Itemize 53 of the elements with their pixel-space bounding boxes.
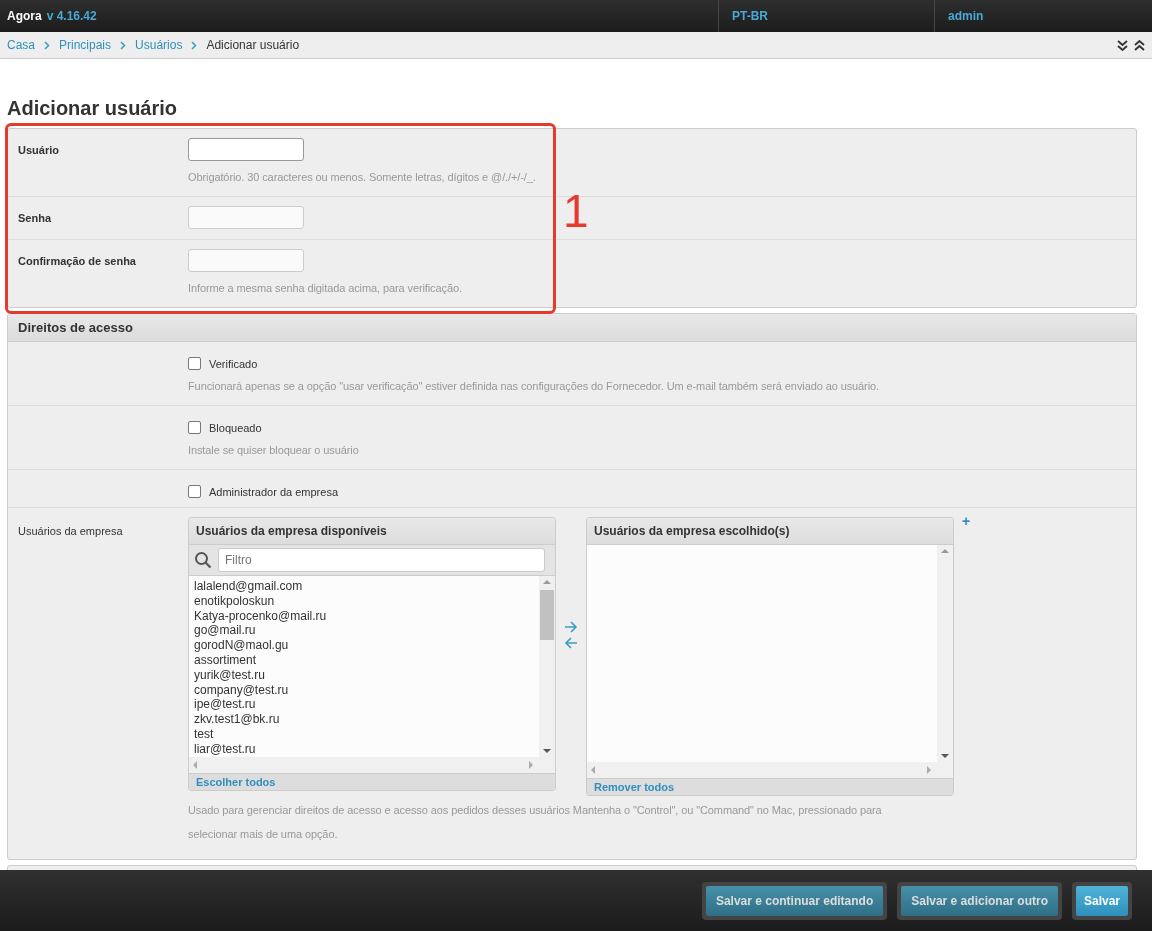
help-text: Instale se quiser bloquear o usuário	[188, 444, 360, 456]
annotation-number: 1	[563, 188, 589, 234]
user-option[interactable]: go@mail.ru	[194, 623, 534, 639]
arrow-right-icon[interactable]	[564, 621, 578, 633]
chevron-right-icon	[191, 40, 198, 50]
input-field[interactable]	[188, 249, 304, 272]
expand-all-icon[interactable]	[1117, 39, 1128, 51]
field-label: Usuário	[17, 143, 60, 158]
filter-field[interactable]: Filtro	[218, 548, 545, 572]
arrow-left-icon[interactable]	[564, 637, 578, 649]
user-option[interactable]: Katya-procenko@mail.ru	[194, 608, 534, 624]
vertical-scrollbar[interactable]	[539, 576, 555, 757]
user-option[interactable]: company@test.ru	[194, 682, 534, 698]
input-field[interactable]	[188, 138, 304, 161]
help-text: Informe a mesma senha digitada acima, para verificação.	[188, 282, 463, 294]
checkbox[interactable]	[188, 421, 201, 434]
user-option[interactable]: zkv.test1@bk.ru	[194, 712, 534, 727]
user-link[interactable]: admin	[948, 9, 984, 23]
user-option[interactable]: yurik@test.ru	[194, 667, 534, 683]
app-version: v 4.16.42	[46, 9, 97, 23]
breadcrumb-current: Adicionar usuário	[206, 38, 300, 52]
user-option[interactable]: gorodN@maol.gu	[194, 638, 534, 653]
user-option[interactable]: liar@test.ru	[194, 741, 534, 757]
section-header: Direitos de acesso	[8, 314, 1136, 342]
checkbox-label: Administrador da empresa	[209, 485, 338, 498]
help-text: Usado para gerenciar direitos de acesso e acesso aos pedidos desses usuários Mantenha o "Control", ou "Command" no Mac, pressionado para selecionar mais de uma opção.	[188, 803, 883, 842]
checkbox-label: Bloqueado	[209, 421, 262, 434]
user-option[interactable]: lalalend@gmail.com	[194, 579, 534, 594]
field-label: Senha	[17, 211, 53, 226]
horizontal-scrollbar[interactable]	[587, 762, 953, 778]
input-field[interactable]	[188, 206, 304, 229]
app-name: Agora	[7, 9, 42, 23]
search-icon	[194, 551, 212, 569]
field-label: Confirmação de senha	[17, 254, 137, 269]
vertical-scrollbar[interactable]	[937, 545, 953, 762]
user-option[interactable]: assortiment	[194, 653, 534, 668]
help-text: Obrigatório. 30 caracteres ou menos. Somente letras, dígitos e @/./+/-/_.	[188, 171, 537, 183]
panel-title: Usuários da empresa escolhido(s)	[587, 518, 953, 545]
field-label: Usuários da empresa	[17, 524, 124, 539]
page-title: Adicionar usuário	[7, 97, 179, 120]
collapse-all-icon[interactable]	[1134, 39, 1145, 51]
user-option[interactable]: ipe@test.ru	[194, 697, 534, 713]
user-option[interactable]: test	[194, 726, 534, 742]
checkbox[interactable]	[188, 357, 201, 370]
horizontal-scrollbar[interactable]	[189, 757, 555, 773]
language-link[interactable]: PT-BR	[732, 9, 768, 23]
checkbox[interactable]	[188, 485, 201, 498]
chevron-right-icon	[44, 40, 50, 50]
help-text: Funcionará apenas se a opção "usar verificação" estiver definida nas configurações do Fornecedor. Um e-mail também será enviado ao usuário.	[188, 380, 880, 392]
checkbox-label: Verificado	[209, 357, 258, 370]
user-option[interactable]: enotikpoloskun	[194, 593, 534, 609]
panel-title: Usuários da empresa disponíveis	[189, 518, 555, 545]
chevron-right-icon	[120, 40, 127, 50]
